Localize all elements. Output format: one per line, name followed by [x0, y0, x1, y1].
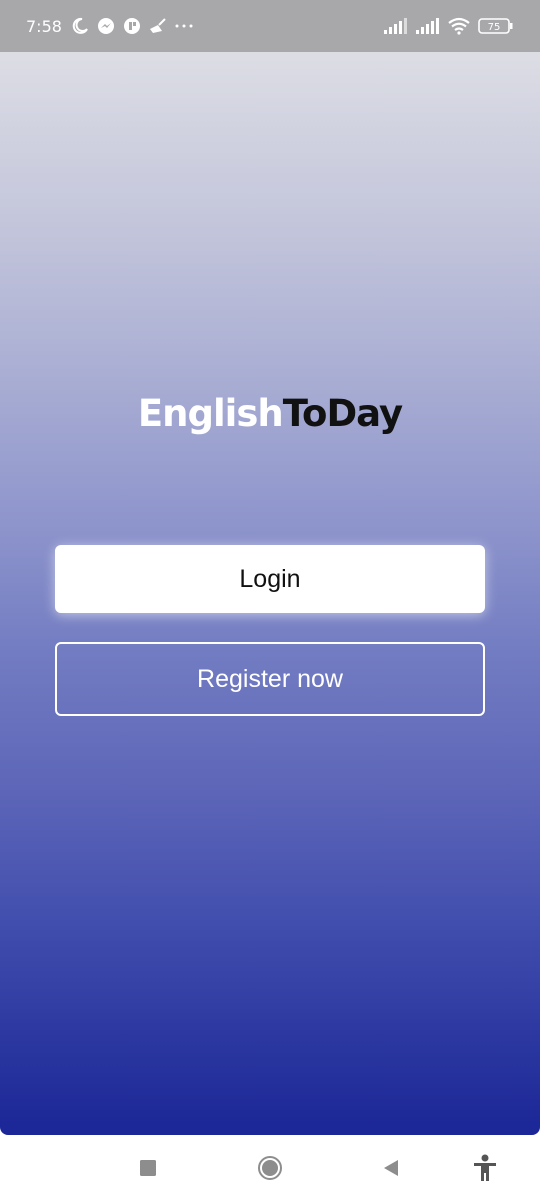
- status-time: 7:58: [26, 16, 62, 36]
- app-notification-icon: [122, 16, 142, 36]
- login-button-label: Login: [239, 564, 301, 593]
- login-button[interactable]: Login: [55, 545, 485, 613]
- register-button-label: Register now: [197, 664, 343, 693]
- app-logo: EnglishToDay: [0, 392, 540, 435]
- home-icon[interactable]: [255, 1153, 285, 1183]
- welcome-screen: EnglishToDay Login Register now: [0, 52, 540, 1135]
- moon-icon: [70, 16, 90, 36]
- signal-icon: [414, 16, 440, 36]
- messenger-icon: [96, 16, 116, 36]
- battery-level: 75: [488, 22, 501, 33]
- logo-part-today: ToDay: [282, 392, 403, 435]
- navigation-bar: [0, 1135, 540, 1200]
- cleaner-icon: [148, 16, 168, 36]
- signal-icon: [382, 16, 408, 36]
- register-button[interactable]: Register now: [55, 642, 485, 716]
- status-right: 75: [382, 16, 514, 36]
- status-bar: 7:58 75: [0, 0, 540, 52]
- accessibility-icon[interactable]: [470, 1153, 500, 1183]
- recent-apps-icon[interactable]: [133, 1153, 163, 1183]
- battery-icon: 75: [478, 16, 514, 36]
- back-icon[interactable]: [376, 1153, 406, 1183]
- wifi-icon: [446, 16, 472, 36]
- more-dots-icon: [174, 16, 194, 36]
- logo-part-english: English: [137, 392, 284, 435]
- status-left: 7:58: [26, 16, 194, 36]
